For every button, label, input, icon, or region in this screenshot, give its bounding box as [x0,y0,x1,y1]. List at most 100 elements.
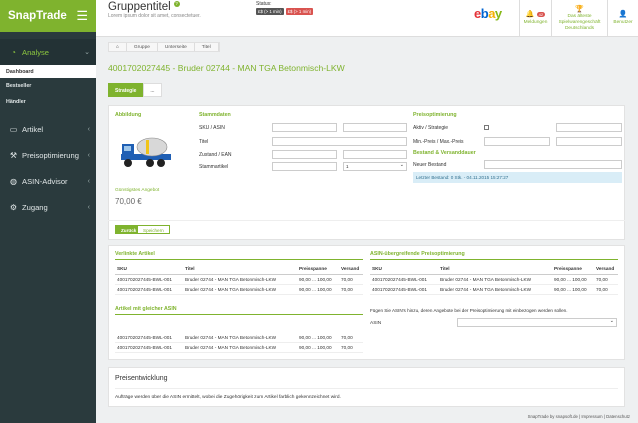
breadcrumb-item: Titel [195,43,219,51]
bestand-heading: Bestand & Versanddauer [413,150,476,156]
breadcrumb-item[interactable]: Unterseite [158,43,195,51]
stammdaten-heading: Stammdaten [199,112,231,118]
stammartikel-label: Stammartikel [199,164,229,170]
abbildung-heading: Abbildung [115,112,142,118]
same-asin-table: 4001702027445-BWL-001 Bruder 02744 - MAN … [115,333,363,353]
nav-item-analyse[interactable]: ◔ Analyse ⌄ [0,39,96,65]
benutzer-button[interactable]: 👤 Benutzer [607,0,638,37]
aktiv-label: Aktiv / Strategie [413,125,449,131]
gears-icon: ⚙ [9,202,18,212]
chevron-left-icon: ‹ [87,125,90,133]
chevron-left-icon: ‹ [87,151,90,159]
nav-item-label: Artikel [22,124,44,134]
table-row[interactable]: 4001702027445-BWL-001 Bruder 02744 - MAN … [115,275,363,285]
product-image [116,130,178,176]
nav-item-zugang[interactable]: ⚙ Zugang ‹ [0,194,96,220]
table-row[interactable]: 4001702027445-BWL-001 Bruder 02744 - MAN … [370,285,618,295]
nav-sub-dashboard[interactable]: Dashboard [0,65,96,78]
cheapest-offer-value: 70,00 € [115,197,142,206]
footer: SnapTrade by snapsoft.de | Impressum | D… [527,414,630,419]
chevron-left-icon: ‹ [87,177,90,185]
meldungen-button[interactable]: 🔔 42 Meldungen [519,0,551,37]
table-header: SKU Titel Preisspanne Versand [115,263,363,275]
ebay-logo[interactable]: ebay [474,6,502,21]
nav-item-label: Analyse [22,47,50,57]
award-label: Das älteste Spielwarengeschäft Deutschla… [558,14,601,31]
neuer-bestand-label: Neuer Bestand [413,162,447,168]
chevron-left-icon: ‹ [87,203,90,211]
ean-input[interactable] [343,150,407,159]
award-button[interactable]: 🏆 Das älteste Spielwarengeschäft Deutsch… [551,0,607,37]
strategie-input[interactable] [556,123,622,132]
table-row[interactable]: 4001702027445-BWL-001 Bruder 02744 - MAN … [370,275,618,285]
minmax-label: Min.-Preis / Max.-Preis [413,139,464,145]
table-header: SKU Titel Preisspanne Versand [370,263,618,275]
sku-label: SKU / ASIN [199,125,225,131]
price-development-text: Aufträge werden über die ASIN ermittelt,… [115,395,341,400]
titel-label: Titel [199,139,209,145]
neuer-bestand-input[interactable] [484,160,622,169]
trophy-icon: 🏆 [575,5,584,13]
page-subtitle: Lorem ipsum dolor sit amet, consectetuer… [108,13,201,19]
sidebar: SnapTrade ☰ ◔ Analyse ⌄ Dashboard Bestse… [0,0,96,423]
linked-table: SKU Titel Preisspanne Versand 4001702027445… [115,263,363,295]
zustand-input[interactable] [272,150,337,159]
asin-opt-heading: ASIN-übergreifende Preisoptimierung [370,251,465,257]
page-group-title: Gruppentitel? [108,1,180,13]
brand-logo[interactable]: SnapTrade [8,10,67,22]
cheapest-offer-label: Günstigstes Angebot [115,188,160,193]
nav-item-label: Preisoptimierung [22,150,79,160]
asin-input[interactable] [343,123,407,132]
nav-item-preisoptimierung[interactable]: ⚒ Preisoptimierung ‹ [0,142,96,168]
max-price-input[interactable] [556,137,622,146]
bell-icon: 🔔 [525,11,535,19]
nav-sub-haendler[interactable]: Händler [0,94,96,110]
preisopt-heading: Preisoptimierung [413,112,457,118]
table-row[interactable]: 4001702027445-BWL-001 Bruder 02744 - MAN … [115,333,363,343]
save-button[interactable]: Speichern [137,225,170,234]
notification-count: 42 [536,12,546,18]
help-icon[interactable]: ? [173,1,180,7]
asin-hint: Fügen Sie ASIN's hinzu, deren Angebote b… [370,308,568,313]
min-price-input[interactable] [484,137,550,146]
table-row[interactable]: 4001702027445-BWL-001 Bruder 02744 - MAN … [115,285,363,295]
nav-sub-bestseller[interactable]: Bestseller [0,78,96,94]
same-asin-heading: Artikel mit gleicher ASIN [115,306,177,312]
tab-strategie[interactable]: Strategie [108,83,144,97]
gavel-icon: ⚒ [9,150,18,160]
nav-item-asin-advisor[interactable]: ◍ ASIN-Advisor ‹ [0,168,96,194]
chevron-down-icon: ⌄ [84,49,90,56]
meldungen-label: Meldungen [523,19,548,25]
table-row[interactable]: 4001702027445-BWL-001 Bruder 02744 - MAN … [115,343,363,353]
stammartikel-select[interactable]: 1 [343,162,407,171]
nav-item-artikel[interactable]: ▭ Artikel ‹ [0,116,96,142]
folder-icon: ▭ [9,124,18,134]
dashboard-icon: ◔ [11,47,16,57]
nav-item-label: Zugang [22,202,48,212]
price-development-heading: Preisentwicklung [115,375,168,382]
hamburger-icon[interactable]: ☰ [76,8,88,24]
sku-input[interactable] [272,123,337,132]
linked-heading: Verlinkte Artikel [115,251,155,257]
asin-field-label: ASIN [370,321,382,326]
status-area: Status: £$ (> 1 min) £$ (> 1 min) [256,1,315,15]
stammartikel-input[interactable] [272,162,337,171]
zustand-label: Zustand / EAN [199,152,232,158]
group-title-text: Gruppentitel [108,1,171,13]
tab-more[interactable]: ... [143,83,162,97]
status-label: Status: [256,1,272,7]
brand-bar: SnapTrade ☰ [0,0,96,32]
breadcrumb-item[interactable]: Gruppe [127,43,158,51]
aktiv-checkbox[interactable] [484,125,489,130]
globe-icon: ◍ [10,176,17,186]
last-stock-info: Letzter Bestand: 0 Stk. - 04.11.2015 15:… [413,172,622,183]
nav-item-label: ASIN-Advisor [22,176,68,186]
asin-select[interactable] [457,318,617,327]
price-development-panel [108,367,625,407]
status-badge-alert: £$ (> 1 min) [285,8,314,15]
tab-bar: Strategie ... [108,83,162,97]
asin-opt-table: SKU Titel Preisspanne Versand 4001702027445… [370,263,618,295]
titel-input[interactable] [272,137,407,146]
home-icon[interactable]: ⌂ [109,43,127,51]
status-badge: £$ (> 1 min) [256,8,284,15]
